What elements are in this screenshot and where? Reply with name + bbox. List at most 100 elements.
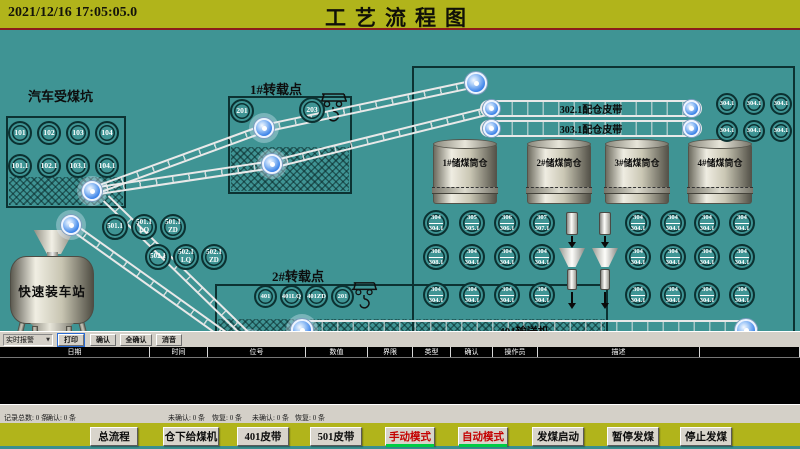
valve-304[interactable]: 304304.1 [660, 244, 686, 270]
valve-label: 304.1 [535, 259, 550, 266]
chute-cylinder [600, 269, 610, 290]
loader-tank[interactable]: 快速装车站 [10, 256, 94, 324]
device-label: 101.1 [12, 162, 29, 170]
valve-label [631, 257, 646, 258]
valve-label: 308 [431, 248, 441, 255]
belt-401[interactable]: 401输送机 [290, 320, 758, 331]
device-201[interactable]: 201 [230, 99, 254, 123]
valve-304[interactable]: 304304.1 [423, 282, 449, 308]
valve-304.1[interactable]: 304.1 [716, 120, 738, 142]
valve-304[interactable]: 304304.1 [660, 210, 686, 236]
valve-304.1[interactable]: 304.1 [716, 93, 738, 115]
valve-label: 304 [633, 248, 643, 255]
device-label: 104.1 [99, 162, 116, 170]
nav-button-总流程[interactable]: 总流程 [90, 427, 138, 446]
device-401[interactable]: 401 [254, 285, 277, 308]
device-label: 103 [72, 129, 83, 137]
loader-leg [10, 322, 25, 331]
valve-305[interactable]: 305305.1 [459, 210, 485, 236]
valve-label [500, 223, 515, 224]
valve-304[interactable]: 304304.1 [529, 282, 555, 308]
belt-303[interactable]: 303.1配仓皮带 [480, 120, 702, 137]
valve-304.1[interactable]: 304.1 [743, 93, 765, 115]
datetime: 2021/12/16 17:05:05.0 [8, 5, 137, 21]
pulley-icon [683, 100, 700, 117]
device-label: 203 [306, 106, 317, 114]
valve-label: 304.1 [666, 225, 681, 232]
device-501.1[interactable]: 501.1 [102, 214, 128, 240]
valve-308[interactable]: 308308.1 [423, 244, 449, 270]
device-501.1-LQ[interactable]: 501.1LQ [131, 214, 157, 240]
valve-304[interactable]: 304304.1 [694, 244, 720, 270]
toolbar-button-消音[interactable]: 消音 [156, 334, 182, 346]
device-401LQ[interactable]: 401LQ [280, 285, 303, 308]
belt-303-label: 303.1配仓皮带 [560, 121, 623, 136]
device-104[interactable]: 104 [95, 121, 119, 145]
valve-304[interactable]: 304304.1 [494, 244, 520, 270]
device-501.1-ZD[interactable]: 501.1ZD [160, 214, 186, 240]
column-header-日期: 日期 [0, 347, 150, 357]
status-item: 恢复: 0 条 [295, 413, 325, 423]
device-502.1-LQ[interactable]: 502.1LQ [173, 244, 199, 270]
device-label: 401ZD [307, 293, 326, 300]
valve-304[interactable]: 304304.1 [625, 244, 651, 270]
device-201[interactable]: 201 [331, 285, 354, 308]
valve-304[interactable]: 304304.1 [660, 282, 686, 308]
alarm-filter-select[interactable]: 实时报警 ▼ [3, 334, 53, 346]
valve-304[interactable]: 304304.1 [494, 282, 520, 308]
column-header [700, 347, 800, 357]
device-502.1-ZD[interactable]: 502.1ZD [201, 244, 227, 270]
nav-button-手动模式[interactable]: 手动模式 [385, 427, 435, 446]
pulley-icon [465, 72, 487, 94]
valve-304[interactable]: 304304.1 [625, 282, 651, 308]
silo-flange [687, 187, 753, 194]
device-101.1[interactable]: 101.1 [8, 154, 32, 178]
device-203[interactable]: 203 [299, 97, 325, 123]
belt-302[interactable]: 302.1配仓皮带 [480, 100, 702, 117]
valve-304[interactable]: 304304.1 [529, 244, 555, 270]
valve-307[interactable]: 307307.1 [529, 210, 555, 236]
device-502.1[interactable]: 502.1 [145, 244, 171, 270]
valve-label: 307 [537, 214, 547, 221]
valve-304[interactable]: 304304.1 [625, 210, 651, 236]
valve-304[interactable]: 304304.1 [729, 282, 755, 308]
toolbar-button-确认[interactable]: 确认 [90, 334, 116, 346]
device-103[interactable]: 103 [66, 121, 90, 145]
toolbar-button-打印[interactable]: 打印 [58, 334, 84, 346]
alarm-table-body[interactable] [0, 358, 800, 404]
silo-flange [604, 187, 670, 194]
valve-304.1[interactable]: 304.1 [743, 120, 765, 142]
chute-cylinder [599, 212, 611, 235]
device-102.1[interactable]: 102.1 [37, 154, 61, 178]
valve-306[interactable]: 306306.1 [494, 210, 520, 236]
valve-label [429, 223, 444, 224]
valve-label: 304.1 [735, 297, 750, 304]
valve-304[interactable]: 304304.1 [423, 210, 449, 236]
valve-304.1[interactable]: 304.1 [770, 120, 792, 142]
nav-button-停止发煤[interactable]: 停止发煤 [680, 427, 732, 446]
device-103.1[interactable]: 103.1 [66, 154, 90, 178]
valve-304[interactable]: 304304.1 [694, 210, 720, 236]
device-label: 304.1 [720, 127, 735, 134]
valve-label: 306.1 [500, 225, 515, 232]
valve-304.1[interactable]: 304.1 [770, 93, 792, 115]
nav-button-发煤启动[interactable]: 发煤启动 [532, 427, 584, 446]
pulley-icon [483, 120, 500, 137]
toolbar-button-全确认[interactable]: 全确认 [120, 334, 152, 346]
device-401ZD[interactable]: 401ZD [305, 285, 328, 308]
valve-304[interactable]: 304304.1 [459, 244, 485, 270]
valve-304[interactable]: 304304.1 [729, 210, 755, 236]
device-101[interactable]: 101 [8, 121, 32, 145]
device-104.1[interactable]: 104.1 [95, 154, 119, 178]
valve-304[interactable]: 304304.1 [729, 244, 755, 270]
nav-button-暂停发煤[interactable]: 暂停发煤 [607, 427, 659, 446]
nav-button-仓下给煤机[interactable]: 仓下给煤机 [163, 427, 219, 446]
device-102[interactable]: 102 [37, 121, 61, 145]
nav-button-自动模式[interactable]: 自动模式 [458, 427, 508, 446]
status-item: 恢复: 0 条 [212, 413, 242, 423]
valve-304[interactable]: 304304.1 [694, 282, 720, 308]
nav-button-501皮带[interactable]: 501皮带 [310, 427, 362, 446]
valve-304[interactable]: 304304.1 [459, 282, 485, 308]
column-header-时间: 时间 [150, 347, 208, 357]
nav-button-401皮带[interactable]: 401皮带 [237, 427, 289, 446]
